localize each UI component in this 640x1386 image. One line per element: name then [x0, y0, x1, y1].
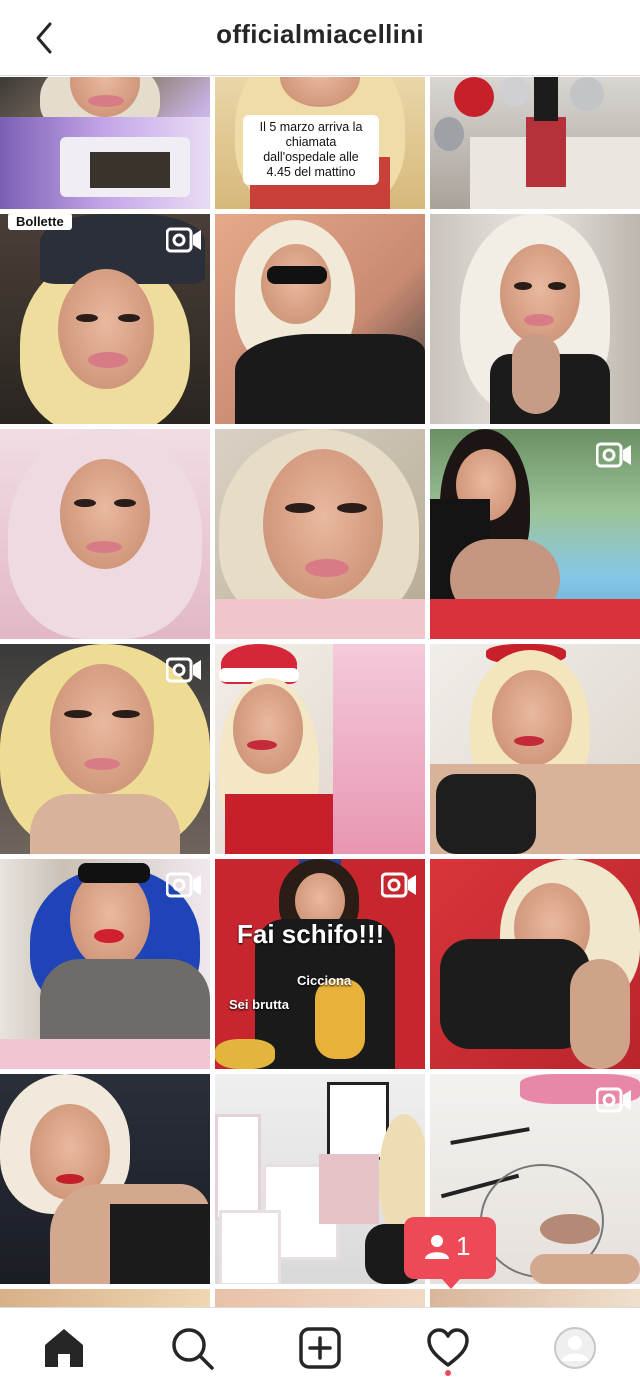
post-thumbnail[interactable]: [215, 429, 425, 639]
post-caption-overlay: Il 5 marzo arriva la chiamata dall'osped…: [243, 115, 379, 185]
post-thumbnail[interactable]: [430, 1289, 640, 1307]
profile-avatar[interactable]: [554, 1327, 596, 1369]
activity-dot: [445, 1370, 451, 1376]
post-thumbnail[interactable]: [0, 429, 210, 639]
search-icon[interactable]: [169, 1325, 215, 1371]
post-thumbnail[interactable]: [0, 1289, 210, 1307]
video-camera-icon: [381, 872, 416, 898]
post-thumbnail[interactable]: [430, 429, 640, 639]
notification-count: 1: [456, 1231, 471, 1261]
post-thumbnail[interactable]: [0, 644, 210, 854]
header-bar: officialmiacellini: [0, 0, 640, 76]
post-thumbnail[interactable]: [0, 77, 210, 209]
new-post-icon[interactable]: [297, 1325, 343, 1371]
post-thumbnail[interactable]: [430, 214, 640, 424]
person-icon: [425, 1235, 449, 1259]
video-camera-icon: [166, 227, 201, 253]
home-icon[interactable]: [41, 1325, 87, 1371]
post-caption-overlay: Fai schifo!!!: [237, 919, 385, 949]
post-thumbnail[interactable]: [430, 77, 640, 209]
post-thumbnail[interactable]: [215, 644, 425, 854]
post-thumbnail[interactable]: [215, 1074, 425, 1284]
bottom-tab-bar: [0, 1307, 640, 1386]
video-camera-icon: [166, 657, 201, 683]
post-thumbnail[interactable]: Bollette: [0, 214, 210, 424]
video-camera-icon: [596, 442, 631, 468]
post-thumbnail[interactable]: Fai schifo!!! Cicciona Sei brutta: [215, 859, 425, 1069]
post-thumbnail[interactable]: [430, 859, 640, 1069]
post-caption-overlay: Bollette: [8, 214, 72, 230]
post-thumbnail[interactable]: Il 5 marzo arriva la chiamata dall'osped…: [215, 77, 425, 209]
posts-grid: Il 5 marzo arriva la chiamata dall'osped…: [0, 77, 640, 1307]
post-thumbnail[interactable]: [215, 214, 425, 424]
video-camera-icon: [166, 872, 201, 898]
post-thumbnail[interactable]: [0, 1074, 210, 1284]
profile-username-title: officialmiacellini: [216, 19, 424, 49]
video-camera-icon: [596, 1087, 631, 1113]
post-thumbnail[interactable]: [430, 644, 640, 854]
post-thumbnail[interactable]: [0, 859, 210, 1069]
post-caption-overlay: Sei brutta: [229, 997, 289, 1012]
post-thumbnail[interactable]: [215, 1289, 425, 1307]
heart-icon[interactable]: [425, 1325, 471, 1371]
activity-notification-bubble[interactable]: 1: [404, 1217, 496, 1289]
post-caption-overlay: Cicciona: [297, 973, 352, 988]
